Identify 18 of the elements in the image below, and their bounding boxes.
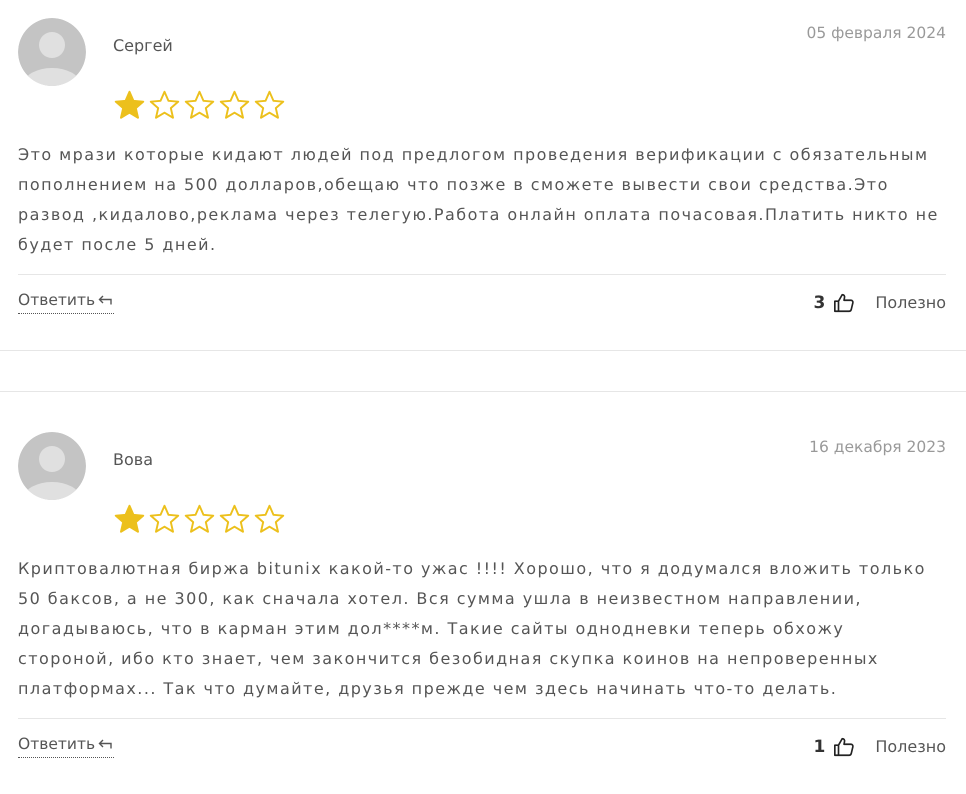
avatar-icon [18, 432, 86, 500]
helpful-label: Полезно [875, 737, 946, 756]
review-date: 05 февраля 2024 [806, 24, 946, 42]
reply-arrow-icon [98, 738, 114, 750]
author-name: Вова [113, 450, 154, 469]
reply-link[interactable]: Ответить [18, 735, 114, 758]
like-count: 1 [814, 736, 826, 756]
reply-arrow-icon [98, 294, 114, 306]
review-date: 16 декабря 2023 [809, 438, 946, 456]
helpful-label: Полезно [875, 293, 946, 312]
thumbs-up-icon[interactable] [833, 736, 856, 758]
review-text: Это мрази которые кидают людей под предлогом проведения верификации с обязательным пополнением на 500 долларов,обещаю что позже в сможете вывести свои средства.Это развод ,кидалово,реклама через телегую.Работа онлайн оплата почасовая.Платить никто не будет после 5 дней. [18, 144, 940, 256]
thumbs-up-icon[interactable] [833, 292, 856, 314]
like-count: 3 [814, 292, 826, 312]
author-name: Сергей [113, 36, 174, 55]
reply-link[interactable]: Ответить [18, 291, 114, 314]
review-text: Криптовалютная биржа bitunix какой-то ужас !!!! Хорошо, что я додумался вложить только 50 баксов, а не 300, как сначала хотел. Вся сумма ушла в неизвестном направлении, догадываюсь, что в карман этим дол****м. Такие сайты однодневки теперь обхожу стороной, ибо кто знает, чем закончится безобидная скупка коинов на непроверенных платформах... Так что думайте, друзья прежде чем здесь начинать что-то делать. [18, 558, 927, 700]
avatar-icon [18, 18, 86, 86]
